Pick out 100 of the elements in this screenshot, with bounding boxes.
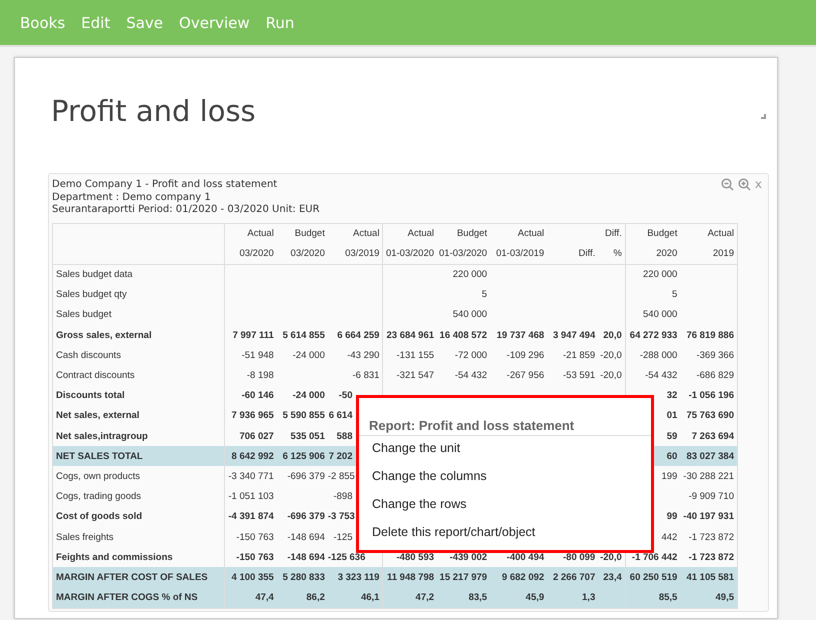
table-cell-text: -148 694 <box>286 530 326 545</box>
table-cell: -9 909 710 <box>680 486 738 507</box>
table-cell: 220 000 <box>437 264 490 285</box>
table-cell-text: -24 000 <box>292 389 326 404</box>
table-cell: 64 272 933 <box>625 325 680 346</box>
table-cell: -480 593 <box>382 547 438 568</box>
table-cell: -321 547 <box>382 365 438 386</box>
table-cell: 20,0 <box>598 325 626 346</box>
table-cell: 1,3 <box>547 588 598 608</box>
table-cell: -1 056 196 <box>680 386 738 406</box>
column-header: Actual <box>224 223 277 244</box>
menu-item[interactable]: Overview <box>171 14 258 32</box>
table-cell: -150 763 <box>224 526 277 548</box>
row-label: Sales budget <box>52 304 225 326</box>
row-label: Sales budget qty <box>52 284 225 305</box>
table-cell: -696 379 <box>276 466 328 487</box>
table-cell-text: 3 947 494 <box>552 328 596 343</box>
table-cell-text: 01 <box>666 409 678 424</box>
row-label: Cogs, trading goods <box>52 486 225 507</box>
column-header: Budget <box>625 223 680 244</box>
row-label: Cost of goods sold <box>52 506 225 527</box>
table-cell: 4 100 355 <box>224 567 277 588</box>
column-header: 03/2020 <box>224 244 277 264</box>
table-cell: 47,2 <box>382 588 438 608</box>
zoom-out-icon[interactable] <box>720 178 734 190</box>
table-cell: -54 432 <box>625 365 680 386</box>
menu-item[interactable]: Run <box>258 14 302 32</box>
zoom-in-icon[interactable] <box>738 178 751 190</box>
menu-item[interactable]: Save <box>118 14 172 32</box>
row-label: Discounts total <box>52 386 225 406</box>
menu-title: Report: Profit and loss statement <box>359 398 651 436</box>
row-label: Gross sales, external <box>52 325 225 346</box>
table-cell: -288 000 <box>625 345 680 366</box>
table-cell: -131 155 <box>382 345 438 366</box>
table-cell: 23,4 <box>598 567 626 588</box>
column-header: 2020 <box>625 244 680 264</box>
table-cell: 85,5 <box>625 588 680 608</box>
table-cell: 9 682 092 <box>490 567 548 588</box>
table-cell: -148 694 <box>276 547 328 568</box>
table-cell-text: -24 000 <box>292 348 326 363</box>
table-cell: 5 280 833 <box>276 567 328 588</box>
table-cell-text: -267 956 <box>506 369 546 384</box>
column-header: 01-03/2020 <box>437 244 490 264</box>
table-cell: -1 706 442 <box>625 547 680 568</box>
column-header: 2019 <box>680 244 738 264</box>
table-cell: -43 290 <box>328 345 383 366</box>
table-cell: 535 051 <box>276 426 328 446</box>
table-cell: 7 936 965 <box>224 406 277 426</box>
menu-item[interactable]: Books <box>12 14 74 32</box>
table-cell: 706 027 <box>224 426 277 446</box>
close-button[interactable]: x <box>754 177 762 191</box>
table-cell: 45,9 <box>490 588 548 608</box>
table-cell: 46,1 <box>328 588 383 608</box>
column-header: 03/2019 <box>328 244 383 264</box>
row-label: Sales freights <box>52 526 225 548</box>
table-cell-text: 442 <box>660 530 678 545</box>
column-header: Diff. <box>598 223 626 244</box>
column-header: 01-03/2019 <box>490 244 548 264</box>
table-cell: -30 288 221 <box>680 466 738 487</box>
table-cell: -60 146 <box>224 386 277 406</box>
table-cell: -80 099 <box>547 547 598 568</box>
table-cell: 6 664 259 <box>328 325 383 346</box>
table-cell: 75 763 690 <box>680 406 738 426</box>
table-cell-text: 99 <box>666 510 678 524</box>
table-cell: 76 819 886 <box>680 325 738 346</box>
table-cell-text: 5 <box>480 288 488 302</box>
table-cell: -51 948 <box>224 345 277 366</box>
table-cell: -1 051 103 <box>224 486 277 507</box>
table-cell: 7 997 111 <box>224 325 277 346</box>
table-cell-text: -21 859 <box>562 348 596 363</box>
column-header: Diff. <box>547 244 598 264</box>
table-cell: -3 340 771 <box>224 466 277 487</box>
table-cell: 41 105 581 <box>680 567 738 588</box>
row-label: NET SALES TOTAL <box>52 446 225 466</box>
column-header: Actual <box>490 223 548 244</box>
menu-item[interactable]: Edit <box>73 14 118 32</box>
table-cell-text: 19 737 468 <box>496 328 546 343</box>
table-cell-text: 199 <box>660 470 678 484</box>
table-cell: 60 250 519 <box>625 567 680 588</box>
table-cell: 5 <box>625 284 680 305</box>
page-title: Profit and loss <box>51 94 256 128</box>
row-label: Net sales, external <box>52 406 225 426</box>
table-cell: 220 000 <box>625 264 680 285</box>
table-cell: 86,2 <box>276 588 328 608</box>
table-cell: 540 000 <box>625 304 680 326</box>
table-cell: -20,0 <box>598 345 626 366</box>
table-cell: 3 323 119 <box>328 567 383 588</box>
table-cell: -1 723 872 <box>680 526 738 548</box>
table-cell: -8 198 <box>224 365 277 386</box>
column-header: Actual <box>382 223 438 244</box>
table-cell: 2 266 707 <box>547 567 598 588</box>
report-header-text: Seurantaraportti Period: 01/2020 - 03/2020 Unit: EUR <box>52 204 320 216</box>
table-cell: 8 642 992 <box>224 446 277 466</box>
table-cell: 11 948 798 <box>382 567 438 588</box>
table-cell: 49,5 <box>680 588 738 608</box>
report-header-text: Demo Company 1 - Profit and loss statement <box>52 179 278 192</box>
table-cell-text: -109 296 <box>506 348 546 363</box>
column-header: 03/2020 <box>276 244 328 264</box>
table-cell: 23 684 961 <box>382 325 438 346</box>
row-label: Contract discounts <box>52 365 225 386</box>
